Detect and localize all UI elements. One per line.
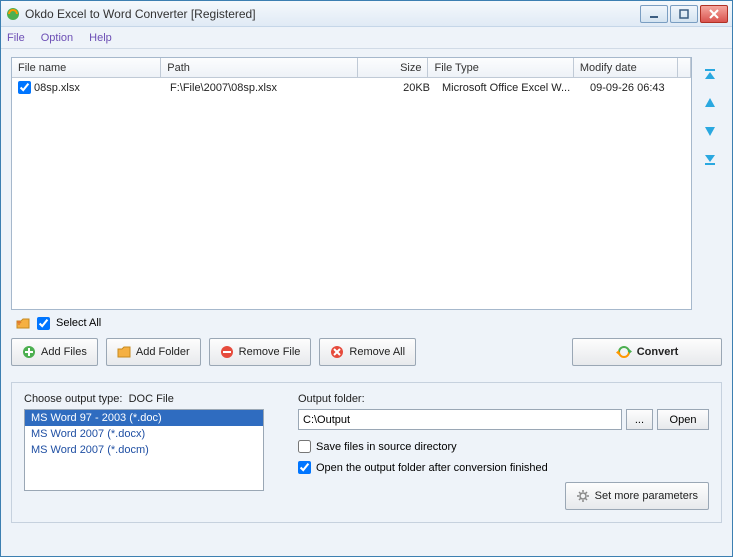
- row-size: 20KB: [364, 80, 436, 96]
- row-path: F:\File\2007\08sp.xlsx: [164, 80, 364, 96]
- table-header: File name Path Size File Type Modify dat…: [12, 58, 691, 78]
- add-files-button[interactable]: Add Files: [11, 338, 98, 366]
- output-panel: Choose output type: DOC File MS Word 97 …: [11, 382, 722, 523]
- menu-bar: File Option Help: [1, 27, 732, 49]
- row-filetype: Microsoft Office Excel W...: [436, 80, 584, 96]
- row-checkbox[interactable]: [18, 81, 31, 94]
- save-in-source-label: Save files in source directory: [316, 441, 457, 453]
- col-size[interactable]: Size: [358, 58, 429, 77]
- minimize-button[interactable]: [640, 5, 668, 23]
- col-path[interactable]: Path: [161, 58, 357, 77]
- title-bar: Okdo Excel to Word Converter [Registered…: [1, 1, 732, 27]
- choose-output-label: Choose output type:: [24, 393, 122, 405]
- gear-icon: [576, 489, 590, 503]
- row-filename: 08sp.xlsx: [34, 82, 80, 94]
- remove-file-button[interactable]: Remove File: [209, 338, 312, 366]
- select-all-checkbox[interactable]: [37, 317, 50, 330]
- convert-button[interactable]: Convert: [572, 338, 722, 366]
- col-modify[interactable]: Modify date: [574, 58, 678, 77]
- move-up-button[interactable]: [700, 93, 720, 113]
- menu-option[interactable]: Option: [41, 32, 73, 44]
- menu-help[interactable]: Help: [89, 32, 112, 44]
- output-type-listbox[interactable]: MS Word 97 - 2003 (*.doc) MS Word 2007 (…: [24, 409, 264, 491]
- select-all-label: Select All: [56, 317, 101, 329]
- file-table: File name Path Size File Type Modify dat…: [11, 57, 692, 310]
- output-folder-label: Output folder:: [298, 393, 709, 405]
- add-folder-button[interactable]: Add Folder: [106, 338, 201, 366]
- reorder-controls: [698, 57, 722, 310]
- remove-all-button[interactable]: Remove All: [319, 338, 416, 366]
- move-bottom-button[interactable]: [700, 149, 720, 169]
- save-in-source-checkbox[interactable]: [298, 440, 311, 453]
- list-item[interactable]: MS Word 2007 (*.docx): [25, 426, 263, 442]
- choose-output-value: DOC File: [129, 393, 174, 405]
- window-title: Okdo Excel to Word Converter [Registered…: [25, 7, 640, 21]
- list-item[interactable]: MS Word 2007 (*.docm): [25, 442, 263, 458]
- col-filename[interactable]: File name: [12, 58, 161, 77]
- set-more-params-button[interactable]: Set more parameters: [565, 482, 709, 510]
- app-window: Okdo Excel to Word Converter [Registered…: [0, 0, 733, 557]
- col-filetype[interactable]: File Type: [428, 58, 573, 77]
- up-folder-icon[interactable]: [15, 316, 31, 330]
- convert-icon: [616, 344, 632, 360]
- move-top-button[interactable]: [700, 65, 720, 85]
- move-down-button[interactable]: [700, 121, 720, 141]
- browse-button[interactable]: ...: [626, 409, 653, 430]
- open-folder-button[interactable]: Open: [657, 409, 709, 430]
- row-modify: 09-09-26 06:43: [584, 80, 690, 96]
- folder-icon: [117, 345, 131, 359]
- open-after-checkbox[interactable]: [298, 461, 311, 474]
- menu-file[interactable]: File: [7, 32, 25, 44]
- close-button[interactable]: [700, 5, 728, 23]
- x-icon: [330, 345, 344, 359]
- list-item[interactable]: MS Word 97 - 2003 (*.doc): [25, 410, 263, 426]
- open-after-label: Open the output folder after conversion …: [316, 462, 548, 474]
- output-folder-input[interactable]: [298, 409, 622, 430]
- plus-icon: [22, 345, 36, 359]
- app-icon: [5, 6, 21, 22]
- table-row[interactable]: 08sp.xlsx F:\File\2007\08sp.xlsx 20KB Mi…: [12, 78, 691, 97]
- minus-icon: [220, 345, 234, 359]
- col-extra: [678, 58, 691, 77]
- maximize-button[interactable]: [670, 5, 698, 23]
